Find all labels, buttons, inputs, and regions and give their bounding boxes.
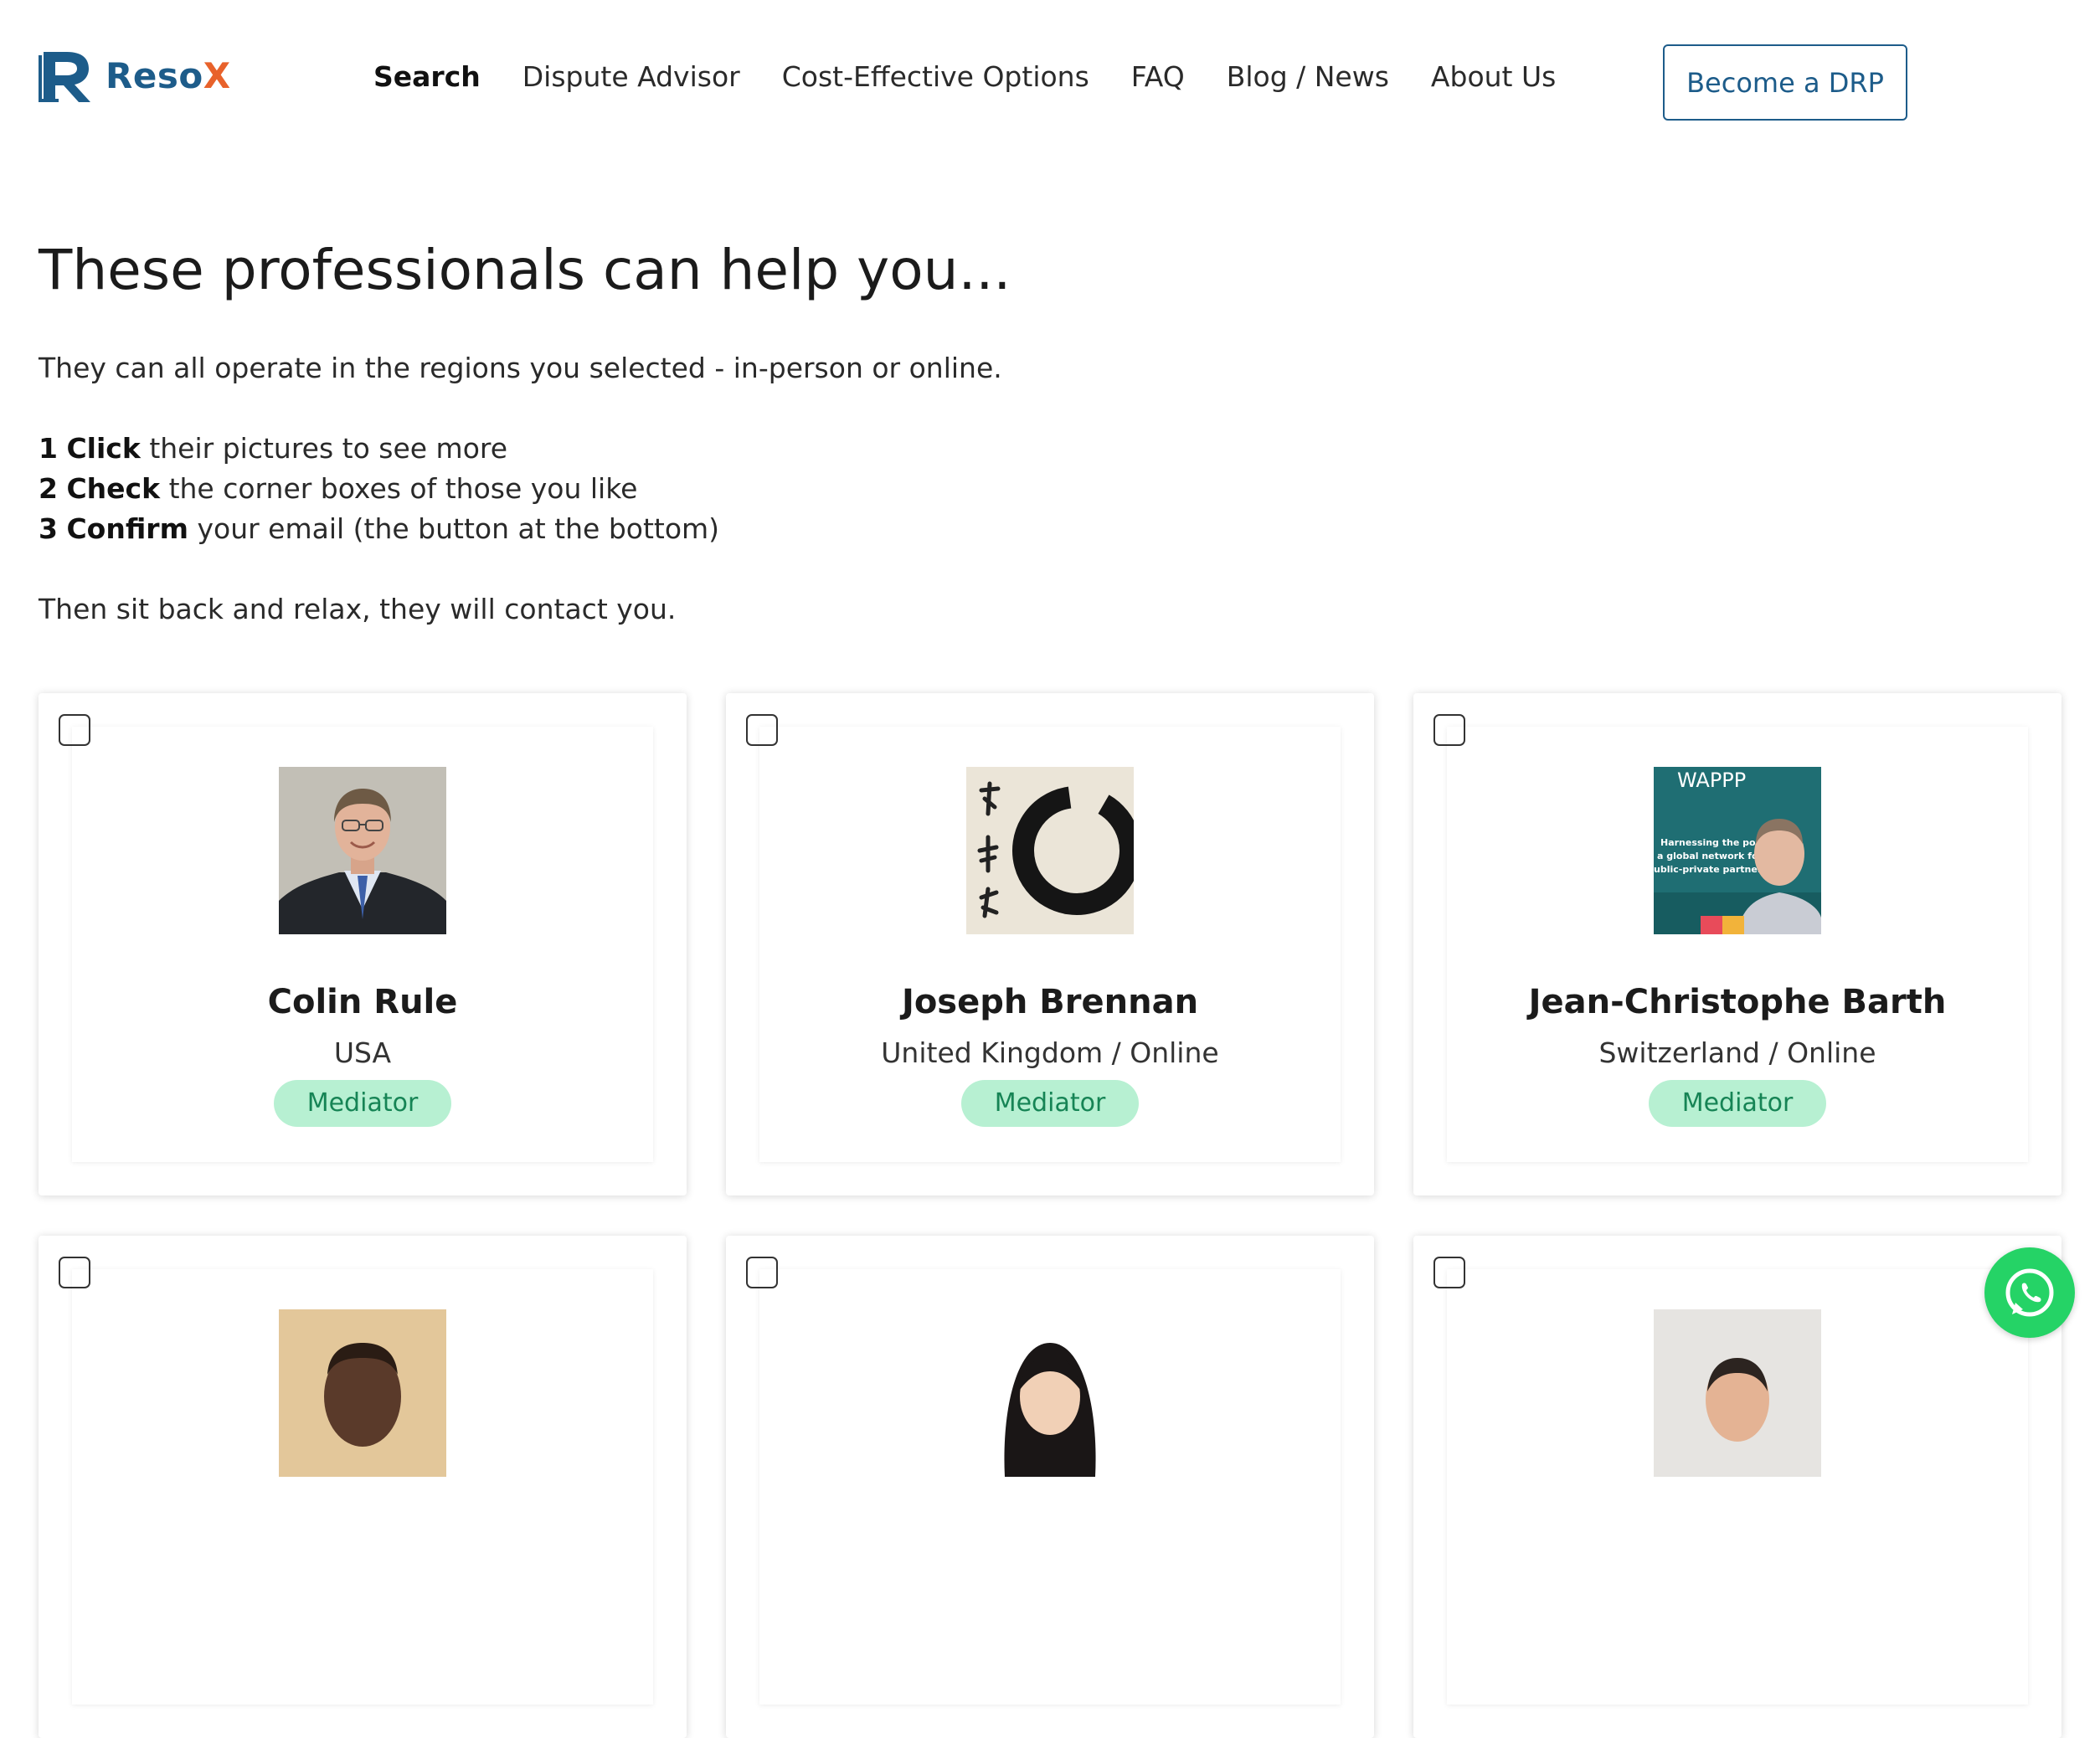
professional-card: [39, 1236, 687, 1738]
card-inner: Colin Rule USA Mediator: [72, 727, 653, 1162]
card-inner: [759, 1269, 1341, 1705]
nav-dispute-advisor[interactable]: Dispute Advisor: [522, 60, 740, 93]
step-1: 1 Click their pictures to see more: [39, 432, 508, 465]
step-2: 2 Check the corner boxes of those you li…: [39, 472, 638, 505]
become-drp-button[interactable]: Become a DRP: [1663, 44, 1907, 121]
portrait-image: [279, 767, 446, 934]
portrait-image: [279, 1309, 446, 1477]
profile-photo[interactable]: [279, 767, 446, 934]
role-badge: Mediator: [1649, 1080, 1826, 1127]
profile-photo[interactable]: [966, 767, 1134, 934]
logo-text: ResoX: [106, 54, 231, 96]
nav-cost-effective-options[interactable]: Cost-Effective Options: [782, 60, 1089, 93]
professional-card: WAPPP Harnessing the powe a global netwo…: [1413, 693, 2061, 1196]
whatsapp-icon: [2005, 1268, 2054, 1317]
role-badge: Mediator: [274, 1080, 451, 1127]
profile-photo[interactable]: [966, 1309, 1134, 1477]
role-badge: Mediator: [961, 1080, 1139, 1127]
professional-card: [726, 1236, 1374, 1738]
card-inner: WAPPP Harnessing the powe a global netwo…: [1447, 727, 2028, 1162]
portrait-image: [1654, 1309, 1821, 1477]
professional-name[interactable]: Joseph Brennan: [759, 983, 1341, 1021]
logo-mark-icon: [39, 52, 90, 102]
intro-closing: Then sit back and relax, they will conta…: [39, 593, 677, 625]
profile-photo[interactable]: [279, 1309, 446, 1477]
card-inner: [1447, 1269, 2028, 1705]
professional-location: USA: [333, 1036, 392, 1069]
nav-blog-news[interactable]: Blog / News: [1227, 60, 1389, 93]
professional-name[interactable]: Colin Rule: [72, 983, 653, 1021]
professional-card: Colin Rule USA Mediator: [39, 693, 687, 1196]
banner-line-1: Harnessing the powe: [1660, 837, 1770, 848]
whatsapp-button[interactable]: [1984, 1247, 2075, 1338]
professional-card: [1413, 1236, 2061, 1738]
nav-faq[interactable]: FAQ: [1131, 60, 1185, 93]
professionals-grid: Colin Rule USA Mediator Joseph Brennan U…: [39, 693, 2061, 1738]
nav-about-us[interactable]: About Us: [1431, 60, 1556, 93]
intro-subtitle: They can all operate in the regions you …: [39, 352, 1002, 384]
professional-name[interactable]: Jean-Christophe Barth: [1447, 983, 2028, 1021]
banner-title: WAPPP: [1677, 769, 1746, 792]
logo[interactable]: ResoX: [39, 47, 231, 104]
professional-card: Joseph Brennan United Kingdom / Online M…: [726, 693, 1374, 1196]
portrait-image: [966, 1309, 1134, 1477]
card-inner: [72, 1269, 653, 1705]
nav-search[interactable]: Search: [373, 60, 481, 93]
page-title: These professionals can help you...: [39, 238, 1011, 302]
professional-location: Switzerland / Online: [1598, 1036, 1876, 1069]
main-nav: Search Dispute Advisor Cost-Effective Op…: [373, 60, 1556, 93]
step-3: 3 Confirm your email (the button at the …: [39, 512, 720, 545]
profile-photo[interactable]: [1654, 1309, 1821, 1477]
profile-photo[interactable]: WAPPP Harnessing the powe a global netwo…: [1654, 767, 1821, 934]
professional-location: United Kingdom / Online: [881, 1036, 1219, 1069]
portrait-banner-image: WAPPP Harnessing the powe a global netwo…: [1654, 767, 1821, 934]
enso-image: [966, 767, 1134, 934]
card-inner: Joseph Brennan United Kingdom / Online M…: [759, 727, 1341, 1162]
intro-text: They can all operate in the regions you …: [39, 348, 1002, 630]
